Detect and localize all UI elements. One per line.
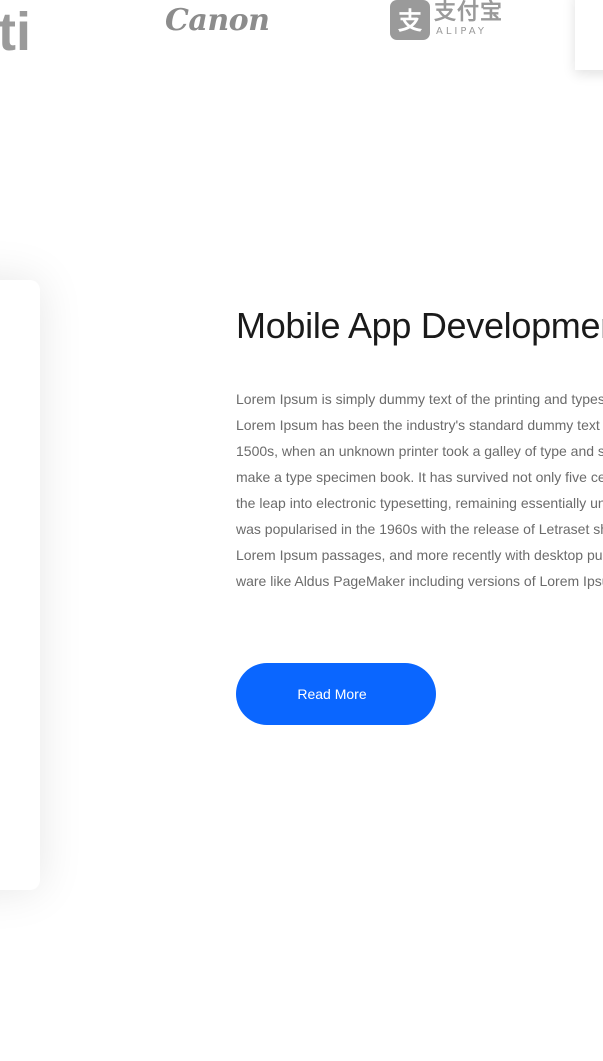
description-line: make a type specimen book. It has surviv… xyxy=(236,469,603,485)
page: ti Canon 支 支付宝 ALIPAY Mobile App Develop… xyxy=(0,0,603,1061)
alipay-logo: 支 支付宝 ALIPAY xyxy=(390,0,508,42)
alipay-mark-icon: 支 xyxy=(390,0,430,40)
read-more-button[interactable]: Read More xyxy=(236,663,436,725)
alipay-chinese-text: 支付宝 xyxy=(434,0,504,25)
description-line: 1500s, when an unknown printer took a ga… xyxy=(236,443,603,459)
description-line: ware like Aldus PageMaker including vers… xyxy=(236,573,603,589)
feature-image-panel xyxy=(0,280,40,890)
alipay-mark-glyph: 支 xyxy=(398,7,423,35)
section-title: Mobile App Development xyxy=(236,305,603,346)
description-line: Lorem Ipsum is simply dummy text of the … xyxy=(236,391,603,407)
alipay-english-text: ALIPAY xyxy=(436,26,487,37)
description-line: the leap into electronic typesetting, re… xyxy=(236,495,603,511)
canon-logo: Canon xyxy=(165,3,270,38)
description-line: was popularised in the 1960s with the re… xyxy=(236,521,603,537)
partner-logo-strip: ti Canon 支 支付宝 ALIPAY xyxy=(0,0,603,72)
description-line: Lorem Ipsum passages, and more recently … xyxy=(236,547,603,563)
section-description: Lorem Ipsum is simply dummy text of the … xyxy=(236,386,603,594)
partial-logo: ti xyxy=(0,2,31,56)
partial-logo-text: ti xyxy=(0,2,31,56)
feature-content: Mobile App Development Lorem Ipsum is si… xyxy=(236,300,603,725)
description-line: Lorem Ipsum has been the industry's stan… xyxy=(236,417,603,433)
logo-card xyxy=(575,0,603,70)
